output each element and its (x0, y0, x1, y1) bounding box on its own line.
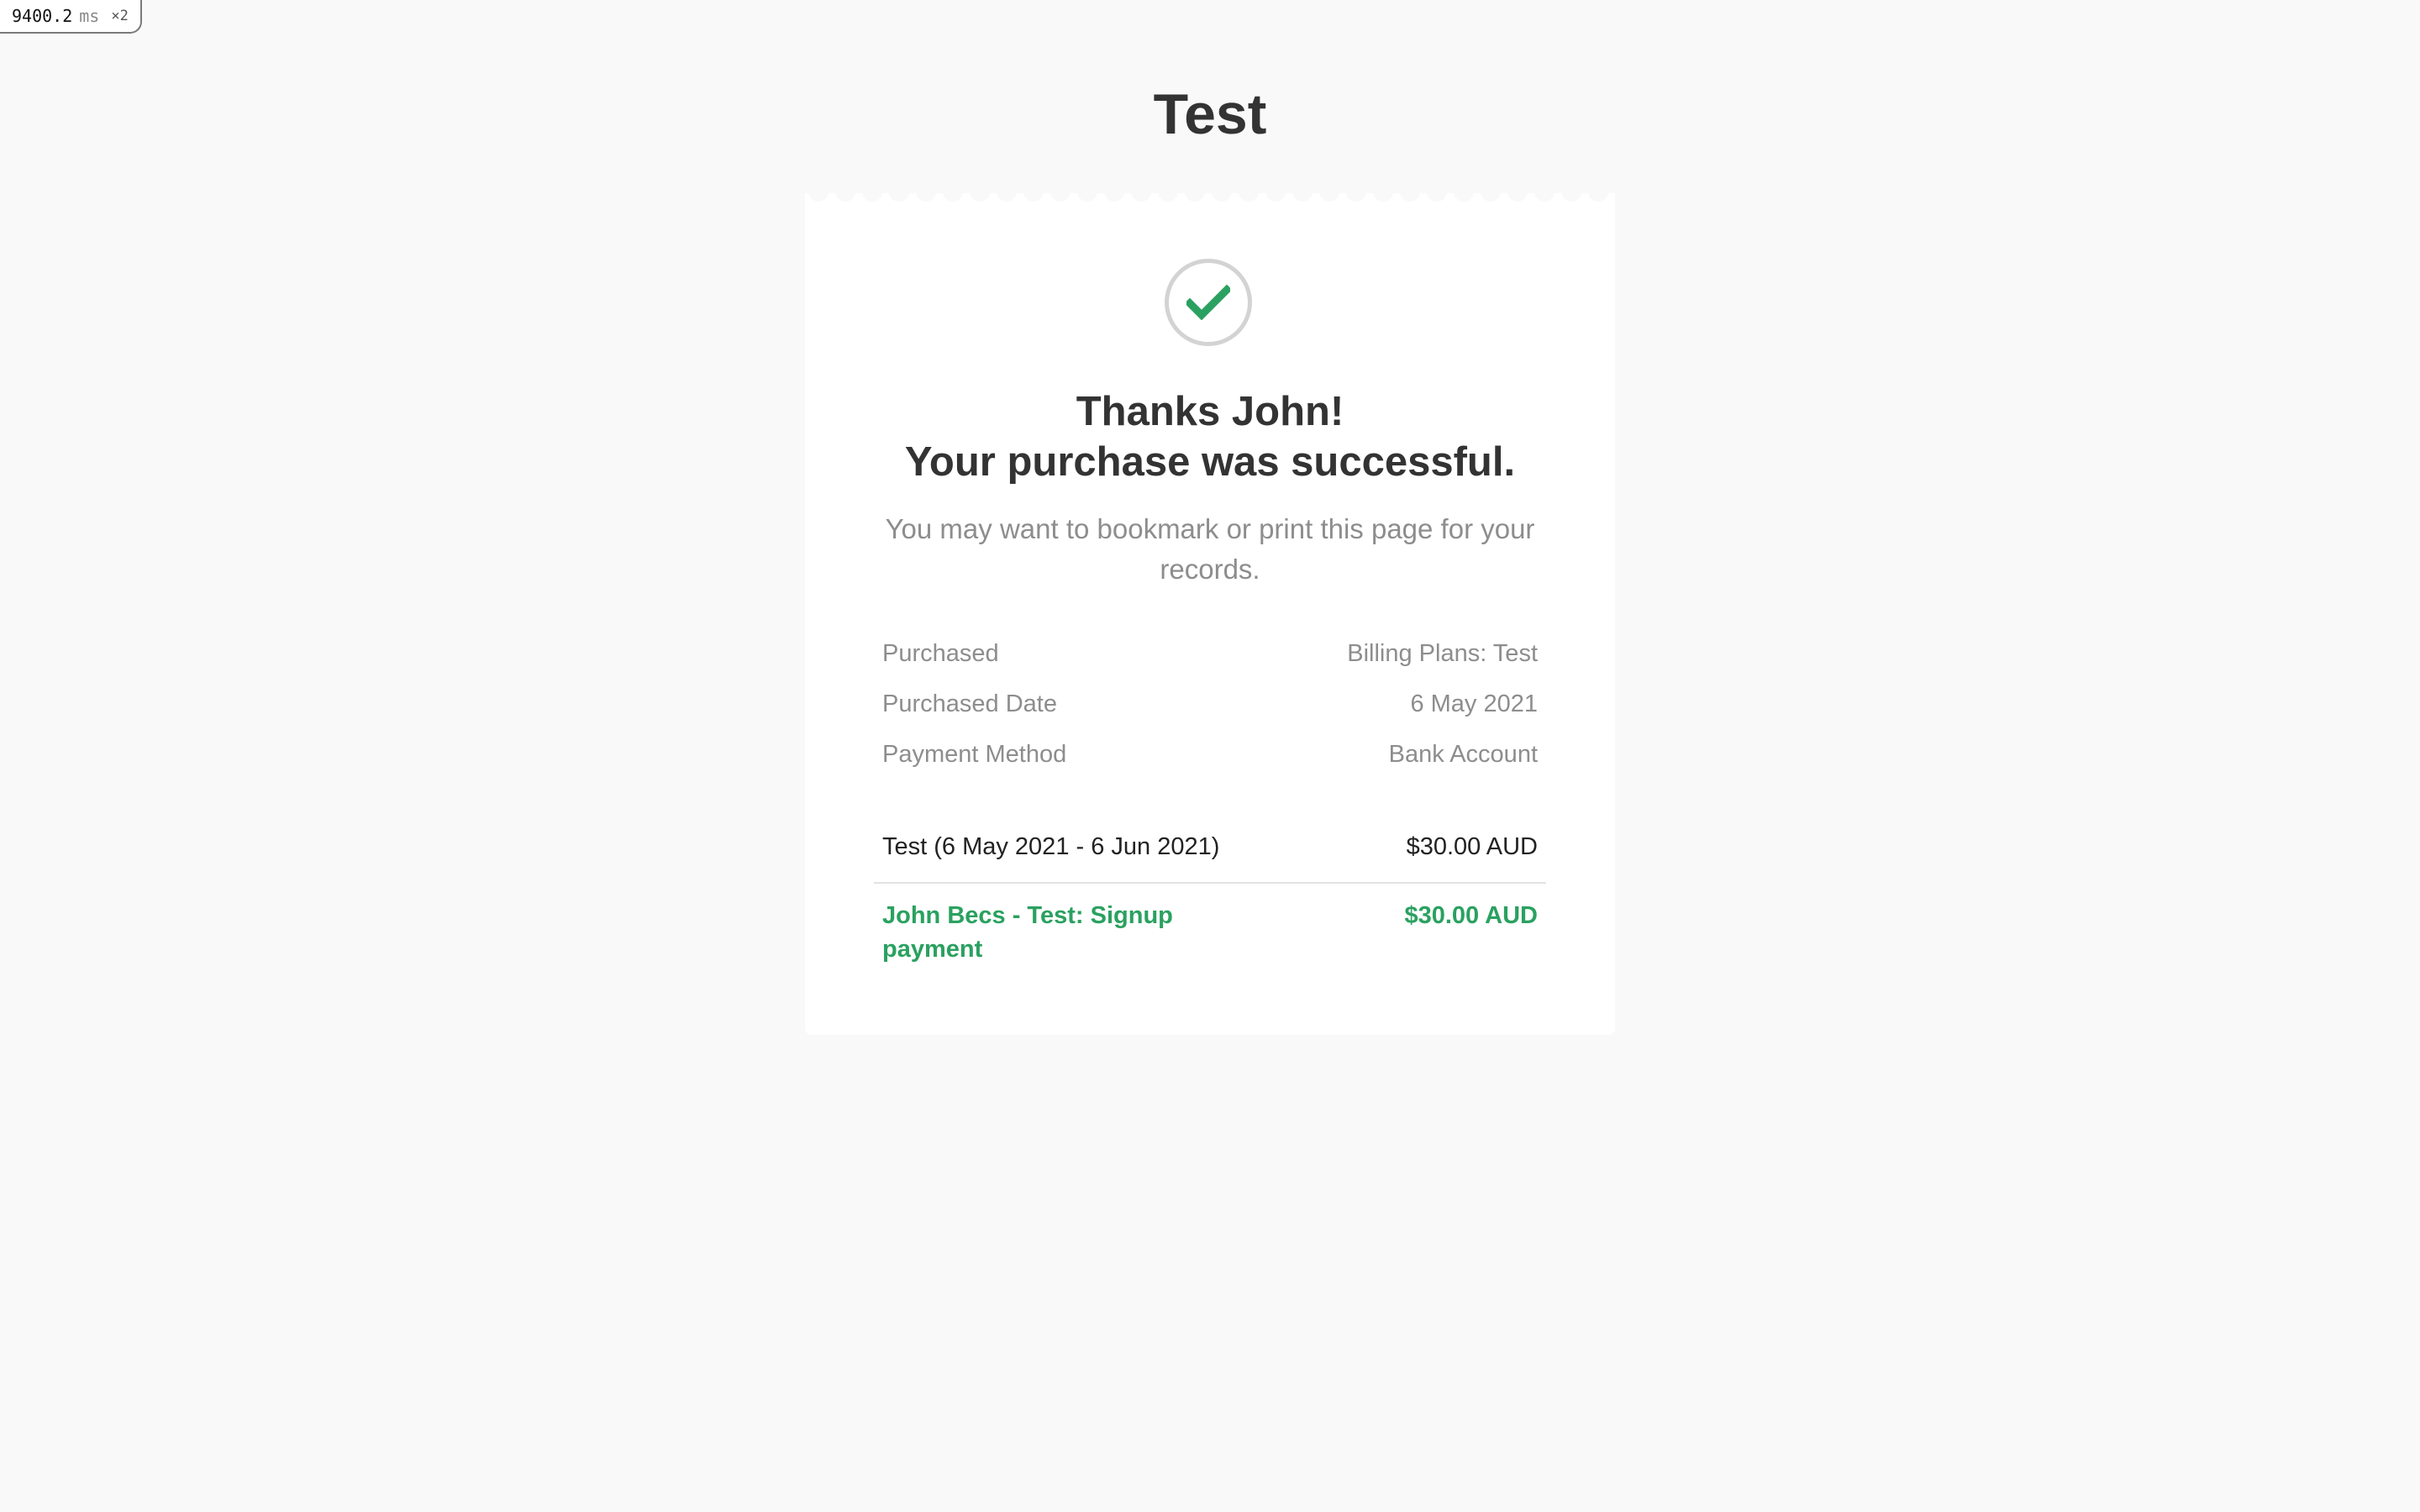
detail-value: Bank Account (1388, 740, 1538, 768)
purchase-details: Purchased Billing Plans: Test Purchased … (882, 628, 1538, 780)
detail-row-purchased: Purchased Billing Plans: Test (882, 628, 1538, 679)
detail-label: Purchased (882, 639, 999, 667)
headline-success: Your purchase was successful. (904, 439, 1516, 485)
headline-thanks: Thanks John! (1076, 389, 1344, 434)
perf-time-value: 9400.2 (12, 6, 73, 26)
detail-row-purchased-date: Purchased Date 6 May 2021 (882, 679, 1538, 729)
receipt-scalloped-edge (805, 185, 1615, 205)
success-check-badge (1165, 259, 1252, 346)
perf-time-unit: ms (79, 6, 100, 26)
detail-value: Billing Plans: Test (1347, 639, 1538, 667)
detail-label: Purchased Date (882, 690, 1057, 717)
total-label: John Becs - Test: Signup payment (882, 902, 1173, 963)
receipt-card: Thanks John! Your purchase was successfu… (805, 185, 1615, 1035)
perf-multiplier: ×2 (111, 8, 129, 24)
line-item-row: Test (6 May 2021 - 6 Jun 2021) $30.00 AU… (882, 820, 1538, 874)
page-title: Test (1153, 82, 1267, 146)
line-item-label: Test (6 May 2021 - 6 Jun 2021) (882, 832, 1220, 860)
total-amount: $30.00 AUD (1404, 902, 1538, 929)
total-row: John Becs - Test: Signup payment $30.00 … (882, 899, 1538, 966)
detail-value: 6 May 2021 (1410, 690, 1538, 717)
bookmark-hint: You may want to bookmark or print this p… (885, 513, 1535, 585)
line-item-divider (874, 882, 1546, 884)
detail-row-payment-method: Payment Method Bank Account (882, 729, 1538, 780)
success-headline: Thanks John! Your purchase was successfu… (805, 386, 1615, 487)
performance-badge: 9400.2 ms ×2 (0, 0, 142, 34)
line-item-amount: $30.00 AUD (1406, 832, 1538, 860)
checkmark-icon (1186, 285, 1230, 320)
detail-label: Payment Method (882, 740, 1067, 768)
